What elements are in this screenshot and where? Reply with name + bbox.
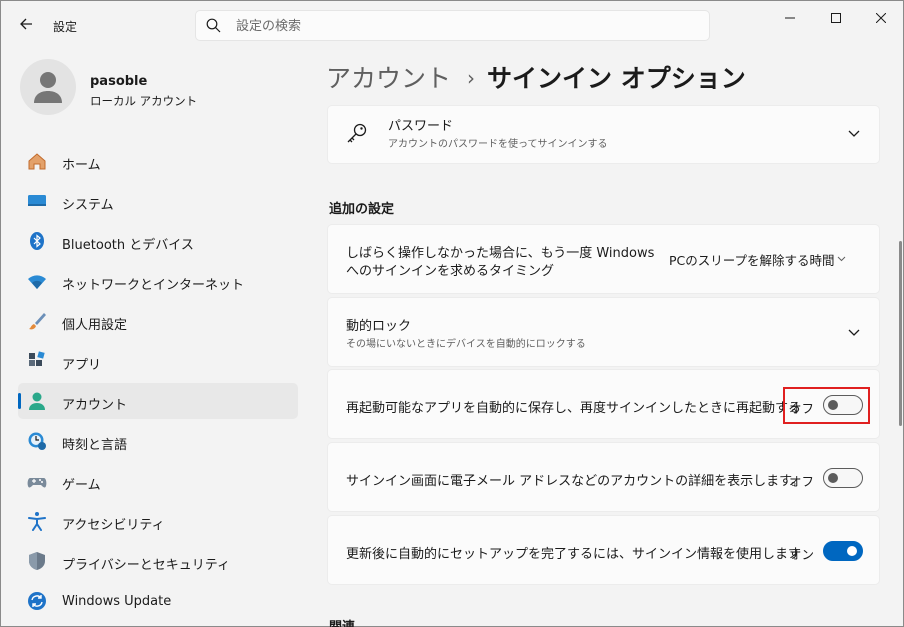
restart-apps-card: 再起動可能なアプリを自動的に保存し、再度サインインしたときに再起動する オフ [327, 369, 880, 439]
related-heading: 関連 [329, 616, 355, 627]
page-title: サインイン オプション [487, 64, 746, 93]
sleep-signin-card: しばらく操作しなかった場合に、もう一度 Windows へのサインインを求めるタ… [327, 224, 880, 294]
sidebar-item-bluetooth[interactable]: Bluetooth とデバイス [18, 223, 298, 259]
profile-name: pasoble [90, 74, 148, 89]
sidebar-item-network[interactable]: ネットワークとインターネット [18, 263, 298, 299]
brush-icon [29, 313, 46, 330]
back-arrow-icon [20, 18, 32, 30]
toggle-knob [828, 400, 838, 410]
key-icon [347, 123, 367, 143]
settings-content: パスワード アカウントのパスワードを使ってサインインする 追加の設定 しばらく操… [327, 105, 880, 627]
dynamic-lock-subtitle: その場にいないときにデバイスを自動的にロックする [346, 339, 586, 350]
chevron-down-icon [837, 256, 846, 262]
sidebar-item-accounts[interactable]: アカウント [18, 383, 298, 419]
maximize-icon [831, 13, 841, 23]
finish-setup-toggle[interactable] [823, 541, 863, 561]
sidebar-item-label: プライバシーとセキュリティ [62, 558, 230, 573]
breadcrumb-separator: › [467, 66, 476, 90]
sidebar-item-label: Windows Update [62, 594, 172, 609]
wifi-icon [28, 275, 46, 289]
sidebar-item-label: アクセシビリティ [62, 518, 165, 533]
sidebar-item-label: ネットワークとインターネット [62, 278, 245, 293]
restart-apps-toggle[interactable] [823, 395, 863, 415]
user-avatar-icon [34, 72, 62, 103]
sidebar-item-label: ゲーム [62, 478, 101, 493]
account-details-state: オフ [789, 474, 815, 489]
search-input[interactable] [236, 16, 696, 36]
minimize-button[interactable] [767, 1, 813, 35]
sidebar-item-label: アプリ [62, 358, 102, 373]
accessibility-icon [28, 512, 46, 531]
profile-account-type: ローカル アカウント [90, 94, 198, 108]
title-bar: 設定 [1, 1, 904, 49]
bluetooth-icon [30, 232, 44, 250]
breadcrumb: アカウント › サインイン オプション [326, 59, 746, 95]
sidebar-item-windows-update[interactable]: Windows Update [18, 583, 298, 619]
avatar[interactable] [20, 59, 76, 115]
app-title: 設定 [53, 20, 78, 34]
sidebar-item-home[interactable]: ホーム [18, 143, 298, 179]
gamepad-icon [27, 478, 47, 488]
close-icon [876, 13, 886, 23]
account-details-label: サインイン画面に電子メール アドレスなどのアカウントの詳細を表示します。 [346, 474, 804, 489]
sidebar-item-accessibility[interactable]: アクセシビリティ [18, 503, 298, 539]
sidebar-item-label: アカウント [62, 398, 128, 413]
dynamic-lock-card[interactable]: 動的ロック その場にいないときにデバイスを自動的にロックする [327, 297, 880, 367]
back-button[interactable] [11, 9, 41, 39]
sidebar-item-label: システム [62, 198, 114, 213]
system-icon [28, 195, 46, 206]
sidebar-item-privacy[interactable]: プライバシーとセキュリティ [18, 543, 298, 579]
restart-apps-label: 再起動可能なアプリを自動的に保存し、再度サインインしたときに再起動する [346, 401, 802, 416]
password-subtitle: アカウントのパスワードを使ってサインインする [388, 139, 608, 150]
windows-update-icon [28, 592, 46, 610]
chevron-down-icon[interactable] [847, 325, 861, 339]
sidebar-item-label: 時刻と言語 [62, 438, 128, 453]
password-title: パスワード [388, 119, 454, 134]
sleep-signin-label-line1: しばらく操作しなかった場合に、もう一度 Windows [346, 246, 655, 261]
search-icon [206, 18, 221, 33]
dynamic-lock-title: 動的ロック [346, 319, 412, 334]
selection-indicator [18, 393, 21, 409]
sleep-signin-selected: PCのスリープを解除する時間 [669, 253, 835, 268]
sidebar-nav: ホーム システム Bluetooth とデバイス ネットワークとインターネット … [18, 143, 298, 623]
shield-icon [29, 552, 45, 570]
toggle-knob [847, 546, 857, 556]
scrollbar[interactable] [899, 241, 902, 426]
restart-apps-state: オフ [789, 401, 815, 416]
sidebar-item-personalization[interactable]: 個人用設定 [18, 303, 298, 339]
sleep-signin-dropdown[interactable]: PCのスリープを解除する時間 [661, 239, 853, 277]
additional-settings-heading: 追加の設定 [329, 202, 395, 217]
sidebar-item-time-language[interactable]: 時刻と言語 [18, 423, 298, 459]
maximize-button[interactable] [813, 1, 859, 35]
close-button[interactable] [858, 1, 904, 35]
sidebar-item-label: ホーム [62, 158, 101, 173]
account-icon [29, 392, 45, 410]
sidebar-item-label: Bluetooth とデバイス [62, 238, 194, 253]
password-card[interactable]: パスワード アカウントのパスワードを使ってサインインする [327, 105, 880, 164]
minimize-icon [785, 17, 795, 19]
finish-setup-label: 更新後に自動的にセットアップを完了するには、サインイン情報を使用します [346, 547, 802, 562]
sidebar-item-label: 個人用設定 [62, 318, 128, 333]
chevron-down-icon[interactable] [847, 126, 861, 140]
finish-setup-state: オン [789, 547, 815, 562]
sidebar-item-system[interactable]: システム [18, 183, 298, 219]
apps-icon [29, 351, 45, 366]
sleep-signin-label-line2: へのサインインを求めるタイミング [346, 264, 555, 279]
sidebar-item-gaming[interactable]: ゲーム [18, 463, 298, 499]
finish-setup-card: 更新後に自動的にセットアップを完了するには、サインイン情報を使用します オン [327, 515, 880, 585]
account-details-card: サインイン画面に電子メール アドレスなどのアカウントの詳細を表示します。 オフ [327, 442, 880, 512]
toggle-knob [828, 473, 838, 483]
time-language-icon [28, 432, 46, 450]
breadcrumb-parent[interactable]: アカウント [326, 64, 451, 93]
sidebar-item-apps[interactable]: アプリ [18, 343, 298, 379]
search-box[interactable] [195, 10, 710, 41]
home-icon [28, 153, 46, 170]
account-details-toggle[interactable] [823, 468, 863, 488]
